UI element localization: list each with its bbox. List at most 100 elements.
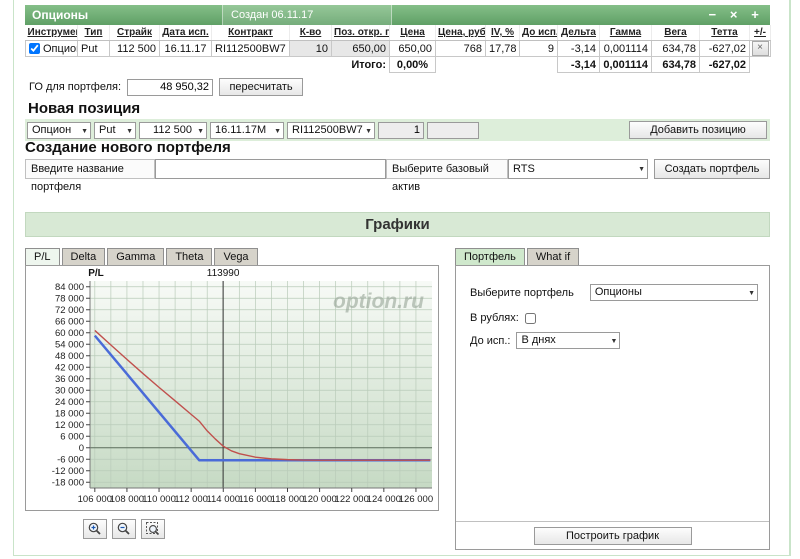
col-instrument[interactable]: Инструмент [25,25,78,41]
gamma-cell: 0,001114 [599,40,652,57]
col-vega[interactable]: Вега [651,25,700,41]
go-row: ГО для портфеля: пересчитать [25,73,770,98]
zoom-in-icon[interactable] [83,519,107,539]
svg-text:108 000: 108 000 [110,494,144,505]
svg-text:84 000: 84 000 [55,282,84,293]
tab-vega[interactable]: Vega [214,248,258,265]
tab-gamma[interactable]: Gamma [107,248,165,265]
days-cell: 9 [519,40,558,57]
new-portfolio-row: Введите название портфеля Выберите базов… [25,159,770,193]
col-price[interactable]: Цена [389,25,436,41]
svg-text:0: 0 [79,443,84,454]
add-icon[interactable]: + [746,5,764,24]
zoom-selection-icon[interactable] [141,519,165,539]
portfolio-panel-body: Выберите портфель Опционы В рублях: До и… [455,265,770,550]
col-pos-open[interactable]: Поз. откр. по [331,25,390,41]
delta-cell: -3,14 [557,40,600,57]
col-iv[interactable]: IV, % [485,25,520,41]
window-controls: − × + [703,5,764,25]
col-strike[interactable]: Страйк [109,25,160,41]
svg-text:122 000: 122 000 [335,494,369,505]
page-border-right [789,0,791,556]
days-select[interactable]: В днях [516,332,621,349]
zoom-out-icon[interactable] [112,519,136,539]
expdate-cell: 16.11.17 [159,40,212,57]
svg-text:118 000: 118 000 [271,494,305,505]
expiration-select[interactable]: 16.11.17M [210,121,284,139]
add-position-button[interactable]: Добавить позицию [629,121,767,139]
totals-gamma: 0,001114 [599,56,652,73]
panel-footer: Построить график [456,521,769,549]
col-gamma[interactable]: Гамма [599,25,652,41]
price-input[interactable] [427,121,479,139]
price-cell: 650,00 [389,40,436,57]
instrument-select[interactable]: Опцион [27,121,91,139]
window-title: Опционы [32,8,89,22]
close-icon[interactable]: × [725,5,743,24]
new-portfolio-title: Создание нового портфеля [25,139,231,156]
recalc-button[interactable]: пересчитать [219,78,304,96]
col-theta[interactable]: Тетта [699,25,750,41]
tab-theta[interactable]: Theta [166,248,213,265]
totals-row: Итого: 0,00% -3,14 0,001114 634,78 -627,… [25,56,771,73]
qty-cell: 10 [289,40,332,57]
position-checkbox[interactable] [29,42,40,54]
totals-vega: 634,78 [651,56,700,73]
options-window: Опционы Создан 06.11.17 − × + Инструмент… [25,5,771,141]
portfolio-name-label: Введите название портфеля [25,159,155,193]
svg-text:126 000: 126 000 [399,494,433,505]
svg-text:P/L: P/L [88,268,104,279]
totals-label: Итого: [331,56,390,73]
tab-portfolio[interactable]: Портфель [455,248,525,265]
portfolio-select[interactable]: Опционы [589,284,758,301]
delete-position-icon[interactable]: × [751,41,769,56]
svg-text:48 000: 48 000 [55,351,84,362]
new-position-title: Новая позиция [28,100,141,117]
col-expdate[interactable]: Дата исп. [159,25,212,41]
page-border-left [13,0,14,556]
contract-select[interactable]: RI112500BW7 [287,121,375,139]
col-plusminus: +/- [749,25,771,41]
days-label: До исп.: [470,334,511,347]
col-type[interactable]: Тип [77,25,110,41]
go-value-input[interactable] [127,78,214,96]
minimize-icon[interactable]: − [703,5,721,24]
svg-text:12 000: 12 000 [55,420,84,431]
qty-input[interactable] [378,121,424,139]
price-rub-cell: 768 [435,40,486,57]
strike-select[interactable]: 112 500 [139,121,207,139]
chart-tabs: P/L Delta Gamma Theta Vega [25,248,441,265]
svg-text:114 000: 114 000 [206,494,240,505]
svg-text:-12 000: -12 000 [52,466,84,477]
svg-text:42 000: 42 000 [55,362,84,373]
type-select[interactable]: Put [94,121,136,139]
contract-cell: RI112500BW7 [211,40,290,57]
svg-text:6 000: 6 000 [60,431,84,442]
svg-text:78 000: 78 000 [55,293,84,304]
col-qty[interactable]: К-во [289,25,332,41]
portfolio-name-input[interactable] [155,159,386,179]
portfolio-select-row: Выберите портфель Опционы [470,284,758,301]
vega-cell: 634,78 [651,40,700,57]
portfolio-select-label: Выберите портфель [470,286,574,299]
base-asset-select[interactable]: RTS [508,159,648,179]
window-titlebar: Опционы Создан 06.11.17 − × + [25,5,770,25]
positions-table: Инструмент Тип Страйк Дата исп. Контракт… [25,25,771,73]
go-label: ГО для портфеля: [29,81,122,93]
col-delta[interactable]: Дельта [557,25,600,41]
create-portfolio-button[interactable]: Создать портфель [654,159,770,179]
svg-text:112 000: 112 000 [174,494,208,505]
svg-text:72 000: 72 000 [55,305,84,316]
tab-whatif[interactable]: What if [526,248,580,265]
tab-pl[interactable]: P/L [25,248,60,265]
rub-checkbox[interactable] [524,312,536,324]
col-days[interactable]: До исп. [519,25,558,41]
col-price-rub[interactable]: Цена, руб. [435,25,486,41]
tab-delta[interactable]: Delta [61,248,106,265]
col-contract[interactable]: Контракт [211,25,290,41]
svg-text:120 000: 120 000 [302,494,336,505]
build-chart-button[interactable]: Построить график [533,526,692,545]
new-position-row: Опцион Put 112 500 16.11.17M RI112500BW7… [25,119,770,141]
svg-text:54 000: 54 000 [55,339,84,350]
created-date: Создан 06.11.17 [222,5,392,25]
